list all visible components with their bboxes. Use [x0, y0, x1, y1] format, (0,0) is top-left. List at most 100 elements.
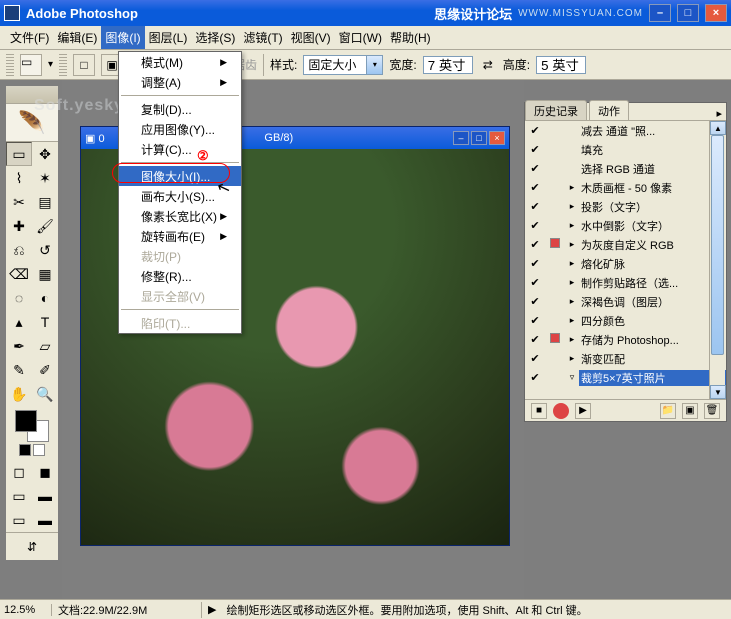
action-row[interactable]: ✔▸水中倒影（文字） — [525, 216, 726, 235]
toggle-check[interactable]: ✔ — [525, 333, 545, 346]
doc-maximize[interactable]: □ — [471, 131, 487, 145]
stop-icon[interactable]: ■ — [531, 403, 547, 419]
optionsbar-grip[interactable] — [6, 54, 14, 76]
tool-move[interactable]: ✥ — [32, 142, 58, 166]
tool-history-brush[interactable]: ↺ — [32, 238, 58, 262]
close-button[interactable]: × — [705, 4, 727, 22]
menu-filter[interactable]: 滤镜(T) — [239, 26, 286, 49]
menu-select[interactable]: 选择(S) — [191, 26, 239, 49]
default-colors-icon[interactable] — [19, 444, 31, 456]
expand-icon[interactable]: ▸ — [565, 315, 579, 326]
tab-actions[interactable]: 动作 — [589, 100, 629, 120]
action-row[interactable]: ✔▿裁剪5×7英寸照片 — [525, 368, 726, 387]
height-input[interactable] — [536, 56, 586, 74]
expand-icon[interactable]: ▸ — [565, 353, 579, 364]
expand-icon[interactable]: ▿ — [565, 372, 579, 383]
menuitem[interactable]: 像素长宽比(X)▶ — [119, 206, 241, 226]
toggle-check[interactable]: ✔ — [525, 276, 545, 289]
dialog-toggle[interactable] — [545, 333, 565, 346]
screen-full-menu-icon[interactable]: ▬ — [32, 484, 58, 508]
menuitem[interactable]: 模式(M)▶ — [119, 52, 241, 72]
menu-help[interactable]: 帮助(H) — [386, 26, 435, 49]
play-icon[interactable]: ▶ — [575, 403, 591, 419]
active-tool-icon[interactable]: ▭ — [20, 54, 42, 76]
tool-crop[interactable]: ✂ — [6, 190, 32, 214]
tool-eyedropper[interactable]: ✐ — [32, 358, 58, 382]
expand-icon[interactable]: ▸ — [565, 258, 579, 269]
menu-window[interactable]: 窗口(W) — [335, 26, 386, 49]
jump-to-imageready[interactable]: ⇵ — [6, 532, 58, 560]
toggle-check[interactable]: ✔ — [525, 181, 545, 194]
action-row[interactable]: ✔▸熔化矿脉 — [525, 254, 726, 273]
action-row[interactable]: ✔▸木质画框 - 50 像素 — [525, 178, 726, 197]
action-row[interactable]: ✔▸渐变匹配 — [525, 349, 726, 368]
action-row[interactable]: ✔▸深褐色调（图层） — [525, 292, 726, 311]
tab-history[interactable]: 历史记录 — [525, 100, 587, 120]
screen-standard-icon[interactable]: ▭ — [6, 484, 32, 508]
tool-notes[interactable]: ✎ — [6, 358, 32, 382]
selection-new-icon[interactable]: □ — [73, 54, 95, 76]
action-row[interactable]: ✔▸为灰度自定义 RGB — [525, 235, 726, 254]
action-row[interactable]: ✔填充 — [525, 140, 726, 159]
action-row[interactable]: ✔选择 RGB 通道 — [525, 159, 726, 178]
tool-pen[interactable]: ✒ — [6, 334, 32, 358]
record-icon[interactable] — [553, 403, 569, 419]
menuitem[interactable]: 调整(A)▶ — [119, 72, 241, 92]
fg-bg-swatch[interactable] — [15, 410, 49, 442]
tool-dodge[interactable]: ◐ — [32, 286, 58, 310]
screen-full-icon[interactable]: ▭ — [6, 508, 32, 532]
toggle-check[interactable]: ✔ — [525, 352, 545, 365]
docsize-field[interactable]: 文档:22.9M/22.9M — [52, 602, 202, 618]
new-set-icon[interactable]: 📁 — [660, 403, 676, 419]
action-row[interactable]: ✔▸投影（文字） — [525, 197, 726, 216]
action-row[interactable]: ✔减去 通道 "照... — [525, 121, 726, 140]
expand-icon[interactable]: ▸ — [565, 296, 579, 307]
panel-scrollbar[interactable]: ▲ ▼ — [709, 121, 725, 399]
toggle-check[interactable]: ✔ — [525, 219, 545, 232]
tool-zoom[interactable]: 🔍 — [32, 382, 58, 406]
menuitem[interactable]: 修整(R)... — [119, 266, 241, 286]
menuitem[interactable]: 计算(C)... — [119, 139, 241, 159]
zoom-field[interactable]: 12.5% — [0, 604, 52, 616]
tool-blur[interactable]: ◌ — [6, 286, 32, 310]
scroll-up-icon[interactable]: ▲ — [710, 121, 726, 135]
toggle-check[interactable]: ✔ — [525, 143, 545, 156]
tool-gradient[interactable]: ▦ — [32, 262, 58, 286]
expand-icon[interactable]: ▸ — [565, 182, 579, 193]
quickmask-mode-icon[interactable]: ◼ — [32, 460, 58, 484]
expand-icon[interactable]: ▸ — [565, 201, 579, 212]
tool-slice[interactable]: ▤ — [32, 190, 58, 214]
trash-icon[interactable]: 🗑 — [704, 403, 720, 419]
menu-edit[interactable]: 编辑(E) — [53, 26, 101, 49]
expand-icon[interactable]: ▸ — [565, 334, 579, 345]
maximize-button[interactable]: □ — [677, 4, 699, 22]
tool-lasso[interactable]: ⌇ — [6, 166, 32, 190]
menuitem[interactable]: 应用图像(Y)... — [119, 119, 241, 139]
doc-minimize[interactable]: – — [453, 131, 469, 145]
toggle-check[interactable]: ✔ — [525, 257, 545, 270]
tool-healing[interactable]: ✚ — [6, 214, 32, 238]
doc-close[interactable]: × — [489, 131, 505, 145]
scroll-thumb[interactable] — [711, 135, 724, 355]
menu-image[interactable]: 图像(I) — [101, 26, 144, 49]
tool-hand[interactable]: ✋ — [6, 382, 32, 406]
action-row[interactable]: ✔▸存储为 Photoshop... — [525, 330, 726, 349]
width-input[interactable] — [423, 56, 473, 74]
toggle-check[interactable]: ✔ — [525, 200, 545, 213]
scroll-down-icon[interactable]: ▼ — [710, 385, 726, 399]
toggle-check[interactable]: ✔ — [525, 124, 545, 137]
tool-eraser[interactable]: ⌫ — [6, 262, 32, 286]
swap-dim-icon[interactable]: ⇄ — [479, 56, 497, 74]
tool-type[interactable]: T — [32, 310, 58, 334]
docsize-menu-icon[interactable]: ▶ — [202, 603, 222, 616]
dialog-toggle[interactable] — [545, 238, 565, 251]
action-row[interactable]: ✔▸制作剪贴路径（选... — [525, 273, 726, 292]
new-action-icon[interactable]: ▣ — [682, 403, 698, 419]
expand-icon[interactable]: ▸ — [565, 220, 579, 231]
tool-brush[interactable]: 🖌 — [32, 214, 58, 238]
expand-icon[interactable]: ▸ — [565, 239, 579, 250]
expand-icon[interactable]: ▸ — [565, 277, 579, 288]
minimize-button[interactable]: – — [649, 4, 671, 22]
menu-layer[interactable]: 图层(L) — [145, 26, 192, 49]
tool-clone[interactable]: ⎌ — [6, 238, 32, 262]
